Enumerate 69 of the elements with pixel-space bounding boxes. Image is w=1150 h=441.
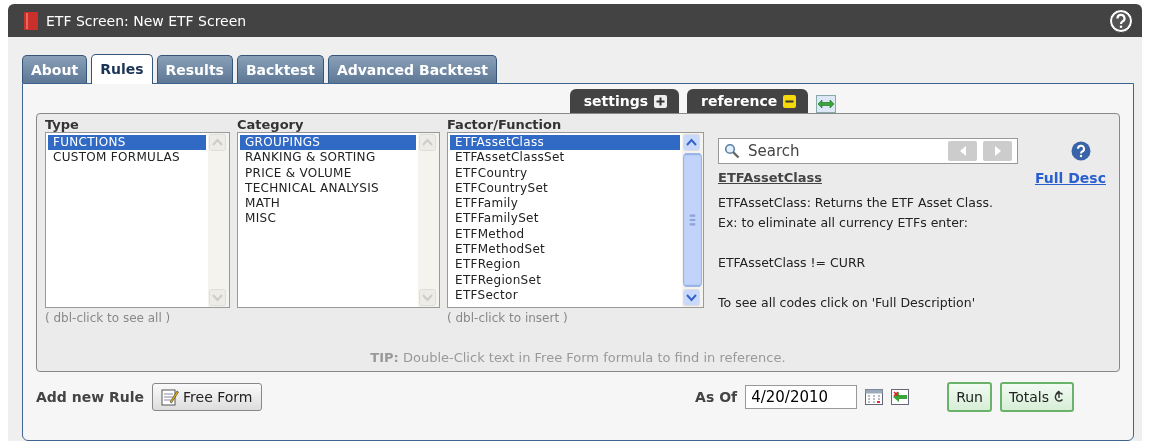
- list-item[interactable]: ETFRegion: [450, 257, 680, 273]
- list-item[interactable]: ETFAssetClassSet: [450, 150, 680, 166]
- search-bar[interactable]: Search: [718, 138, 1018, 164]
- list-item[interactable]: FUNCTIONS: [48, 135, 206, 151]
- list-item[interactable]: ETFMethodSet: [450, 242, 680, 258]
- scroll-up-button[interactable]: [683, 134, 700, 151]
- scroll-down-button[interactable]: [683, 289, 700, 306]
- book-icon: [24, 11, 38, 30]
- tab[interactable]: Backtest: [236, 55, 324, 83]
- clear-date-icon[interactable]: [891, 389, 910, 405]
- description-text: Ex: to eliminate all currency ETFs enter:: [718, 214, 969, 232]
- list-item[interactable]: ETFFamilySet: [450, 211, 680, 227]
- list-item[interactable]: ETFCountry: [450, 165, 680, 181]
- add-rule-label: Add new Rule: [36, 389, 145, 405]
- list-item[interactable]: PRICE & VOLUME: [240, 165, 416, 181]
- list-item[interactable]: TECHNICAL ANALYSIS: [240, 180, 416, 197]
- run-button[interactable]: Run: [947, 382, 992, 412]
- list-item[interactable]: ETFCountrySet: [450, 180, 680, 197]
- help-icon[interactable]: [1071, 141, 1091, 161]
- list-hint: ( dbl-click to insert ): [447, 310, 569, 325]
- list-item[interactable]: ETFRegionSet: [450, 272, 680, 288]
- tab[interactable]: Advanced Backtest: [327, 55, 497, 83]
- plus-icon[interactable]: [654, 94, 668, 108]
- list-title: Type: [45, 117, 80, 132]
- list-item[interactable]: ETFSector: [450, 287, 680, 304]
- list-item[interactable]: MISC: [240, 211, 416, 227]
- scrollbar[interactable]: [682, 133, 703, 307]
- free-form-button[interactable]: Free Form: [152, 383, 262, 411]
- list-item[interactable]: GROUPINGS: [240, 135, 416, 151]
- list-item[interactable]: MATH: [240, 196, 416, 212]
- help-icon[interactable]: [1108, 7, 1134, 34]
- panel-tab[interactable]: settings: [569, 89, 680, 113]
- left-triangle-icon: [958, 146, 967, 156]
- search-icon: [724, 143, 740, 159]
- calendar-icon[interactable]: [865, 389, 884, 405]
- previous-button[interactable]: [948, 141, 977, 161]
- list-item[interactable]: ETFMethod: [450, 226, 680, 243]
- list-item[interactable]: RANKING & SORTING: [240, 150, 416, 166]
- full-desc-link[interactable]: Full Desc: [1034, 170, 1106, 186]
- search-field[interactable]: Search: [746, 141, 942, 161]
- scrollbar-thumb[interactable]: [683, 153, 702, 287]
- resize-arrows-icon[interactable]: [816, 95, 837, 113]
- notepad-pencil-icon: [161, 388, 180, 406]
- list-box[interactable]: ETFAssetClass ETFAssetClassSet ETFCountry ETFCountrySet ETFFamily ETFFamilySet ETFMethod ETFMethodSet ETFRegion ETFRegionSet ETFSector: [447, 132, 704, 308]
- list-title: Category: [237, 117, 305, 132]
- description-text: ETFAssetClass: Returns the ETF Asset Class.: [718, 194, 994, 212]
- panel-tab[interactable]: reference: [687, 89, 809, 113]
- next-button[interactable]: [983, 141, 1012, 161]
- as-of-label: As Of: [695, 389, 738, 405]
- tab[interactable]: Rules: [91, 54, 153, 84]
- tab[interactable]: Results: [156, 55, 233, 83]
- list-box[interactable]: FUNCTIONS CUSTOM FORMULAS: [45, 132, 230, 308]
- tip-text: TIP: Double-Click text in Free Form formula to find in reference.: [369, 350, 787, 365]
- right-triangle-icon: [993, 146, 1002, 156]
- tab[interactable]: About: [22, 55, 88, 83]
- description-text: ETFAssetClass != CURR: [718, 254, 867, 272]
- list-box[interactable]: GROUPINGS RANKING & SORTING PRICE & VOLUME TECHNICAL ANALYSIS MATH MISC: [237, 132, 440, 308]
- list-item[interactable]: ETFAssetClass: [450, 135, 680, 151]
- totals-button[interactable]: Totals: [1000, 382, 1074, 412]
- description-text: To see all codes click on 'Full Description': [718, 294, 977, 312]
- minus-icon[interactable]: [783, 94, 797, 108]
- list-title: Factor/Function: [447, 117, 563, 132]
- list-item[interactable]: CUSTOM FORMULAS: [48, 150, 206, 166]
- date-field[interactable]: 4/20/2010: [745, 385, 858, 409]
- window-title: ETF Screen: New ETF Screen: [46, 12, 247, 29]
- list-item[interactable]: ETFFamily: [450, 196, 680, 212]
- refresh-icon: [1053, 390, 1065, 404]
- function-name: ETFAssetClass: [718, 170, 822, 186]
- list-hint: ( dbl-click to see all ): [45, 310, 172, 325]
